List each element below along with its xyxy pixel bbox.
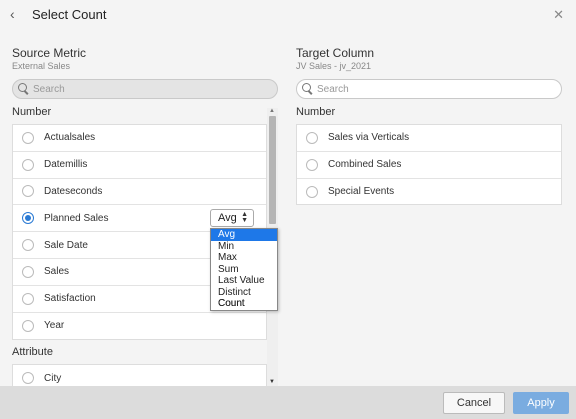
source-metric-item-dateseconds[interactable]: Dateseconds bbox=[13, 179, 266, 206]
source-attribute-item-label: City bbox=[44, 372, 62, 384]
source-number-section-label: Number bbox=[12, 106, 52, 118]
radio-icon[interactable] bbox=[22, 292, 34, 305]
source-metric-item-year[interactable]: Year bbox=[13, 313, 266, 340]
radio-icon[interactable] bbox=[306, 185, 318, 198]
target-number-section-label: Number bbox=[296, 106, 336, 118]
radio-icon[interactable] bbox=[22, 185, 34, 198]
target-column-item-label: Combined Sales bbox=[328, 159, 402, 171]
apply-button[interactable]: Apply bbox=[513, 392, 569, 414]
radio-icon[interactable] bbox=[22, 265, 34, 278]
close-icon[interactable]: ✕ bbox=[553, 7, 564, 23]
source-attribute-list: City bbox=[12, 364, 267, 386]
source-search-field[interactable] bbox=[12, 79, 278, 99]
aggregation-option-min[interactable]: Min bbox=[211, 241, 277, 253]
aggregation-option-sum[interactable]: Sum bbox=[211, 264, 277, 276]
source-metric-item-label: Dateseconds bbox=[44, 185, 103, 197]
target-column-title: Target Column bbox=[296, 46, 375, 60]
source-metric-item-actualsales[interactable]: Actualsales bbox=[13, 125, 266, 152]
search-icon bbox=[18, 83, 30, 95]
aggregation-dropdown: Avg Min Max Sum Last Value Distinct Count Coun… bbox=[210, 228, 278, 311]
source-metric-item-label: Sale Date bbox=[44, 239, 88, 251]
target-search-input[interactable] bbox=[317, 81, 529, 97]
target-column-item-combined-sales[interactable]: Combined Sales bbox=[297, 152, 561, 179]
search-icon bbox=[302, 83, 314, 95]
scrollbar-thumb[interactable] bbox=[269, 116, 276, 224]
cancel-button[interactable]: Cancel bbox=[443, 392, 505, 414]
radio-icon[interactable] bbox=[22, 239, 34, 252]
aggregation-option-avg[interactable]: Avg bbox=[211, 229, 277, 241]
radio-icon[interactable] bbox=[22, 131, 34, 144]
radio-selected-icon[interactable] bbox=[22, 212, 34, 225]
dialog-footer: Cancel Apply bbox=[0, 386, 576, 419]
source-metric-item-label: Datemillis bbox=[44, 159, 88, 171]
source-metric-item-label: Satisfaction bbox=[44, 293, 96, 305]
target-column-subtitle: JV Sales - jv_2021 bbox=[296, 61, 372, 71]
source-attribute-item-city[interactable]: City bbox=[13, 365, 266, 386]
source-metric-title: Source Metric bbox=[12, 46, 87, 60]
aggregation-option-max[interactable]: Max bbox=[211, 252, 277, 264]
aggregation-option-last-value[interactable]: Last Value bbox=[211, 275, 277, 287]
dialog-title: Select Count bbox=[32, 7, 107, 22]
target-column-item-label: Sales via Verticals bbox=[328, 132, 410, 144]
source-attribute-section-label: Attribute bbox=[12, 346, 53, 358]
dialog-header: ‹ Select Count ✕ bbox=[0, 0, 576, 32]
chevron-left-icon[interactable]: ‹ bbox=[10, 6, 15, 22]
radio-icon[interactable] bbox=[22, 372, 34, 385]
up-down-arrows-icon: ▲ ▼ bbox=[241, 211, 248, 224]
source-metric-item-label: Actualsales bbox=[44, 132, 96, 144]
scroll-up-arrow-icon[interactable]: ▲ bbox=[269, 108, 275, 114]
aggregation-option-distinct-count[interactable]: Distinct Count bbox=[211, 287, 277, 310]
target-column-item-special-events[interactable]: Special Events bbox=[297, 179, 561, 206]
target-column-item-sales-via-verticals[interactable]: Sales via Verticals bbox=[297, 125, 561, 152]
source-metric-item-label: Year bbox=[44, 320, 65, 332]
source-search-input[interactable] bbox=[33, 81, 245, 97]
aggregation-option-count[interactable]: Count bbox=[211, 298, 277, 310]
radio-icon[interactable] bbox=[22, 158, 34, 171]
source-metric-item-label: Planned Sales bbox=[44, 212, 109, 224]
radio-icon[interactable] bbox=[306, 158, 318, 171]
radio-icon[interactable] bbox=[306, 131, 318, 144]
target-search-field[interactable] bbox=[296, 79, 562, 99]
aggregation-selected-value: Avg bbox=[218, 212, 237, 224]
target-column-item-label: Special Events bbox=[328, 186, 395, 198]
target-number-list: Sales via Verticals Combined Sales Special… bbox=[296, 124, 562, 205]
source-metric-item-label: Sales bbox=[44, 266, 70, 278]
aggregation-select[interactable]: Avg ▲ ▼ bbox=[210, 209, 254, 227]
scroll-down-arrow-icon[interactable]: ▼ bbox=[269, 379, 275, 385]
source-metric-subtitle: External Sales bbox=[12, 61, 71, 71]
radio-icon[interactable] bbox=[22, 319, 34, 332]
source-metric-item-datemillis[interactable]: Datemillis bbox=[13, 152, 266, 179]
